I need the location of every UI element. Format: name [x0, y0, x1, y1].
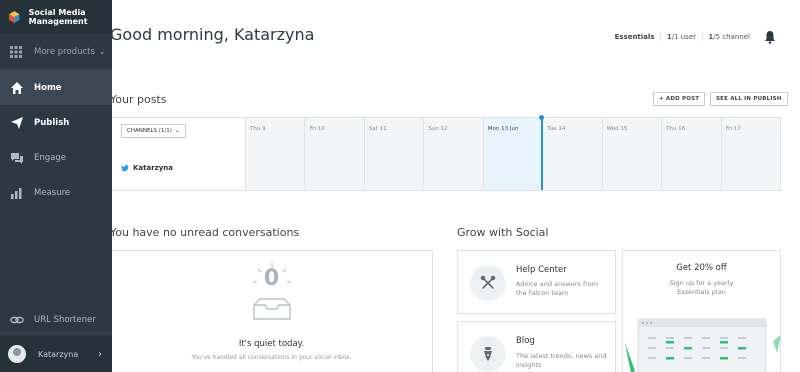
conversations-title: You have no unread conversations: [110, 226, 300, 239]
chat-icon: [11, 152, 23, 164]
chevron-down-icon: ⌄: [98, 47, 106, 56]
channels-total: /5 channel: [713, 33, 750, 41]
blog-desc: The latest trends, news and insights: [516, 352, 607, 369]
sidebar: Social Media Management More products ⌄ …: [0, 0, 112, 372]
calendar-days: Thu 9 Fri 10 Sat 11 Sun 12 Mon 13 Jun Tu…: [246, 118, 780, 190]
promo-desc: Sign up for a yearly Essentials plan: [669, 279, 734, 296]
grid-icon: [10, 45, 22, 58]
sidebar-item-publish[interactable]: Publish: [0, 105, 112, 140]
see-all-in-publish-button[interactable]: SEE ALL IN PUBLISH: [710, 92, 788, 106]
posts-title: Your posts: [110, 93, 167, 106]
plan-summary: Essentials | 1/1 user | 1/5 channel: [615, 30, 776, 44]
grow-title: Grow with Social: [457, 226, 549, 239]
sidebar-item-label: Publish: [34, 117, 70, 128]
main-content: Good morning, Katarzyna Essentials | 1/1…: [110, 0, 800, 372]
sidebar-item-engage[interactable]: Engage: [0, 140, 112, 175]
quiet-subtext: You've handled all conversations in your…: [191, 354, 352, 361]
bell-icon[interactable]: [764, 30, 776, 44]
calendar-channels-column: CHANNELS (1/1) ⌄ Katarzyna: [111, 118, 246, 190]
sidebar-item-label: Measure: [34, 187, 71, 198]
promo-card[interactable]: Get 20% off Sign up for a yearly Essenti…: [622, 250, 781, 372]
sidebar-item-measure[interactable]: Measure: [0, 175, 112, 210]
calendar-day[interactable]: Sun 12: [424, 118, 484, 190]
divider: |: [701, 33, 704, 41]
current-time-marker: [538, 115, 544, 120]
user-name: Katarzyna: [38, 349, 79, 359]
promo-title: Get 20% off: [676, 263, 727, 273]
calendar-illustration-icon: [625, 318, 781, 372]
tools-icon: [480, 275, 496, 289]
home-icon: [11, 81, 23, 94]
sidebar-item-url-shortener[interactable]: URL Shortener: [0, 306, 112, 334]
unread-count: 0: [263, 266, 280, 291]
help-center-title: Help Center: [516, 265, 567, 275]
sidebar-item-label: Engage: [34, 152, 66, 163]
channel-row[interactable]: Katarzyna: [121, 164, 173, 172]
divider: |: [659, 33, 662, 41]
more-products-button[interactable]: More products ⌄: [0, 34, 112, 70]
calendar-day[interactable]: Fri 17: [721, 118, 780, 190]
calendar-day-today[interactable]: Mon 13 Jun: [483, 118, 544, 190]
sidebar-item-label: Home: [34, 82, 62, 93]
more-products-label: More products: [34, 46, 95, 57]
calendar-day[interactable]: Sat 11: [364, 118, 425, 190]
bar-chart-icon: [11, 187, 22, 199]
calendar-day[interactable]: Wed 15: [602, 118, 663, 190]
posts-calendar: CHANNELS (1/1) ⌄ Katarzyna Thu 9 Fri 10 …: [110, 115, 781, 191]
app-logo-icon: [9, 11, 20, 23]
user-menu[interactable]: Katarzyna ›: [0, 336, 112, 372]
calendar-day[interactable]: Fri 10: [305, 118, 365, 190]
brand-name: Social Media Management: [28, 8, 88, 26]
calendar-day[interactable]: Thu 9: [246, 118, 306, 190]
page-title: Good morning, Katarzyna: [110, 25, 315, 44]
channels-filter-label: CHANNELS (1/1): [127, 128, 172, 134]
channels-filter-dropdown[interactable]: CHANNELS (1/1) ⌄: [121, 124, 186, 138]
conversations-card: 0 It's quiet today. You've handled all c…: [110, 250, 433, 372]
sidebar-item-home[interactable]: Home: [0, 70, 112, 105]
link-icon: [10, 316, 24, 323]
blog-card[interactable]: Blog The latest trends, news and insight…: [457, 321, 616, 372]
add-post-button[interactable]: + ADD POST: [653, 92, 706, 106]
chevron-down-icon: ⌄: [174, 128, 180, 134]
quiet-heading: It's quiet today.: [238, 339, 305, 349]
blog-title: Blog: [516, 336, 535, 346]
paper-plane-icon: [11, 116, 23, 129]
channel-name: Katarzyna: [133, 164, 174, 172]
help-center-desc: Advice and answers from the Falcon team: [516, 280, 599, 297]
avatar: [8, 345, 26, 363]
url-shortener-label: URL Shortener: [34, 314, 96, 325]
calendar-day[interactable]: Tue 14: [543, 118, 603, 190]
help-center-card[interactable]: Help Center Advice and answers from the …: [457, 250, 616, 314]
users-total: /1 user: [671, 33, 697, 41]
current-time-line: [541, 116, 543, 190]
plan-name: Essentials: [614, 33, 655, 41]
pen-nib-icon: [484, 347, 492, 361]
help-icon-circle: [470, 265, 506, 301]
blog-icon-circle: [470, 336, 506, 372]
twitter-icon: [121, 165, 129, 172]
brand[interactable]: Social Media Management: [0, 0, 112, 34]
chevron-right-icon: ›: [98, 348, 102, 360]
calendar-day[interactable]: Thu 16: [662, 118, 722, 190]
